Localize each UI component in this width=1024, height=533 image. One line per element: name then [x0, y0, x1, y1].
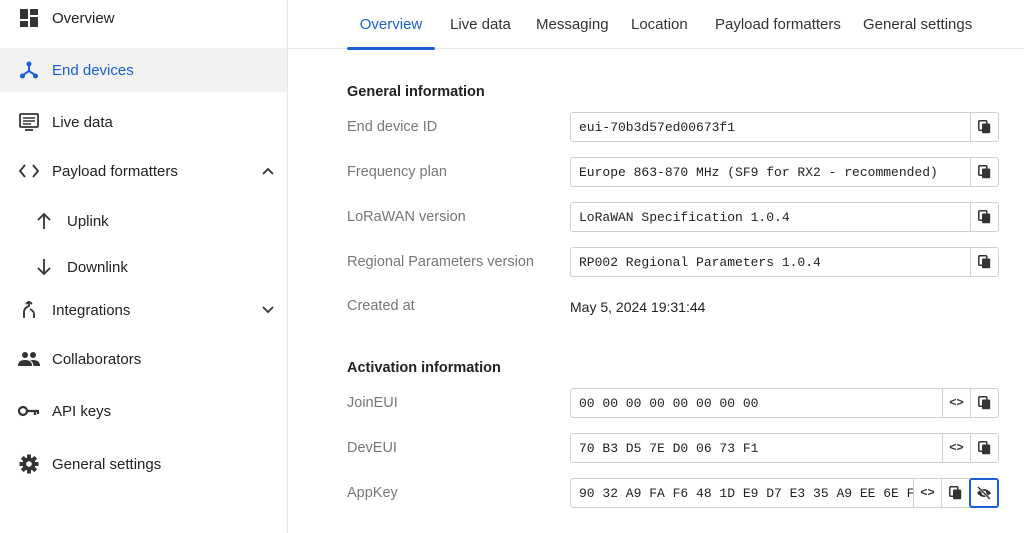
gear-icon [18, 453, 40, 475]
end-device-id-label: End device ID [347, 119, 438, 135]
code-format-icon: <> [920, 486, 935, 500]
frequency-plan-field: Europe 863-870 MHz (SF9 for RX2 - recomm… [570, 157, 999, 187]
merge-icon [18, 299, 40, 321]
code-icon [18, 160, 40, 182]
copy-button[interactable] [970, 203, 998, 231]
devices-icon [18, 59, 40, 81]
toggle-format-button[interactable]: <> [942, 434, 970, 462]
sidebar-item-label: End devices [52, 61, 134, 79]
toggle-format-button[interactable]: <> [942, 389, 970, 417]
sidebar: Overview End devices Live data Payload f… [0, 0, 288, 533]
regional-parameters-field: RP002 Regional Parameters 1.0.4 [570, 247, 999, 277]
tab-live-data[interactable]: Live data [450, 0, 511, 49]
dev-eui-value[interactable]: 70 B3 D5 7E D0 06 73 F1 [571, 441, 942, 456]
lorawan-version-value[interactable]: LoRaWAN Specification 1.0.4 [571, 210, 970, 225]
created-at-label: Created at [347, 298, 415, 314]
sidebar-item-label: Downlink [67, 258, 128, 276]
sidebar-item-end-devices[interactable]: End devices [0, 48, 287, 92]
tab-messaging[interactable]: Messaging [536, 0, 609, 49]
lorawan-version-field: LoRaWAN Specification 1.0.4 [570, 202, 999, 232]
tab-location[interactable]: Location [631, 0, 688, 49]
created-at-value: May 5, 2024 19:31:44 [570, 299, 706, 315]
sidebar-item-label: Integrations [52, 301, 131, 319]
regional-parameters-value[interactable]: RP002 Regional Parameters 1.0.4 [571, 255, 970, 270]
monitor-icon [18, 111, 40, 133]
join-eui-label: JoinEUI [347, 395, 398, 411]
key-icon [18, 400, 40, 422]
sidebar-item-collaborators[interactable]: Collaborators [0, 337, 287, 381]
frequency-plan-value[interactable]: Europe 863-870 MHz (SF9 for RX2 - recomm… [571, 165, 970, 180]
copy-icon [978, 255, 991, 269]
hide-value-button[interactable] [969, 478, 999, 508]
app-key-field: 90 32 A9 FA F6 48 1D E9 D7 E3 35 A9 EE 6… [570, 478, 999, 508]
end-device-id-value[interactable]: eui-70b3d57ed00673f1 [571, 120, 970, 135]
copy-button[interactable] [941, 479, 969, 507]
sidebar-item-label: API keys [52, 402, 112, 420]
tab-bar: Overview Live data Messaging Location Pa… [289, 0, 1024, 50]
copy-button[interactable] [970, 248, 998, 276]
app-key-label: AppKey [347, 485, 398, 501]
chevron-down-icon[interactable] [258, 300, 278, 320]
general-information-heading: General information [347, 84, 485, 100]
sidebar-item-label: Collaborators [52, 350, 142, 368]
regional-parameters-label: Regional Parameters version [347, 254, 534, 270]
tab-general-settings[interactable]: General settings [863, 0, 972, 49]
dev-eui-field: 70 B3 D5 7E D0 06 73 F1 <> [570, 433, 999, 463]
lorawan-version-label: LoRaWAN version [347, 209, 466, 225]
join-eui-value[interactable]: 00 00 00 00 00 00 00 00 [571, 396, 942, 411]
app-key-value[interactable]: 90 32 A9 FA F6 48 1D E9 D7 E3 35 A9 EE 6… [571, 486, 913, 501]
code-format-icon: <> [949, 441, 964, 455]
sidebar-item-general-settings[interactable]: General settings [0, 442, 287, 486]
copy-icon [978, 210, 991, 224]
sidebar-item-api-keys[interactable]: API keys [0, 389, 287, 433]
sidebar-item-downlink[interactable]: Downlink [0, 245, 287, 289]
people-icon [18, 348, 40, 370]
dashboard-icon [18, 7, 40, 29]
copy-button[interactable] [970, 389, 998, 417]
sidebar-item-label: General settings [52, 455, 162, 473]
eye-off-icon [977, 486, 991, 500]
copy-button[interactable] [970, 158, 998, 186]
sidebar-item-label: Live data [52, 113, 113, 131]
toggle-format-button[interactable]: <> [913, 479, 941, 507]
sidebar-item-payload-formatters[interactable]: Payload formatters [0, 149, 287, 193]
tab-overview[interactable]: Overview [347, 0, 435, 50]
copy-icon [978, 396, 991, 410]
join-eui-field: 00 00 00 00 00 00 00 00 <> [570, 388, 999, 418]
sidebar-item-live-data[interactable]: Live data [0, 100, 287, 144]
arrow-up-icon [33, 210, 55, 232]
copy-icon [949, 486, 962, 500]
dev-eui-label: DevEUI [347, 440, 397, 456]
sidebar-item-label: Payload formatters [52, 162, 178, 180]
sidebar-item-uplink[interactable]: Uplink [0, 199, 287, 243]
copy-button[interactable] [970, 434, 998, 462]
copy-icon [978, 441, 991, 455]
code-format-icon: <> [949, 396, 964, 410]
sidebar-item-overview[interactable]: Overview [0, 0, 287, 40]
sidebar-item-integrations[interactable]: Integrations [0, 288, 287, 332]
sidebar-item-label: Uplink [67, 212, 109, 230]
copy-icon [978, 165, 991, 179]
copy-icon [978, 120, 991, 134]
sidebar-item-label: Overview [52, 9, 115, 27]
arrow-down-icon [33, 256, 55, 278]
tab-payload-formatters[interactable]: Payload formatters [715, 0, 841, 49]
end-device-id-field: eui-70b3d57ed00673f1 [570, 112, 999, 142]
activation-information-heading: Activation information [347, 360, 501, 376]
chevron-up-icon[interactable] [258, 161, 278, 181]
copy-button[interactable] [970, 113, 998, 141]
frequency-plan-label: Frequency plan [347, 164, 447, 180]
